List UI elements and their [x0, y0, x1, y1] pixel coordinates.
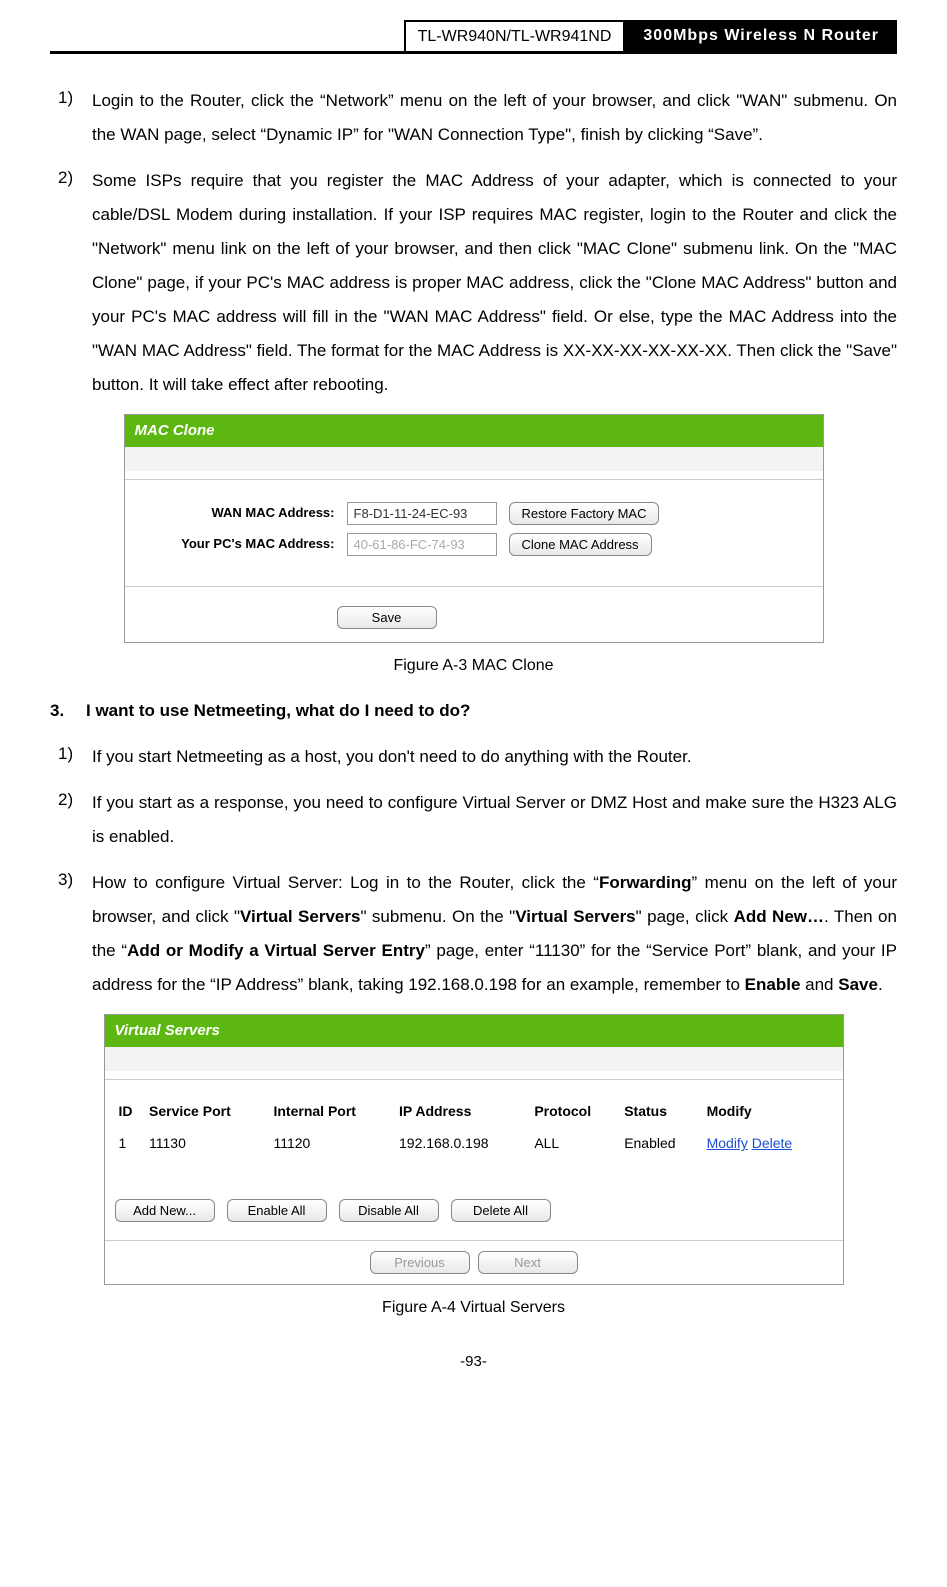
enable-all-button[interactable]: Enable All	[227, 1199, 327, 1222]
wan-mac-input[interactable]	[347, 502, 497, 525]
cell-service-port: 11130	[145, 1128, 269, 1158]
model-label: TL-WR940N/TL-WR941ND	[404, 20, 626, 51]
col-internal-port: Internal Port	[269, 1094, 395, 1128]
sec3-step-2: 2) If you start as a response, you need …	[50, 786, 897, 854]
add-new-button[interactable]: Add New...	[115, 1199, 215, 1222]
step-num: 2)	[50, 164, 92, 402]
mac-clone-panel: MAC Clone WAN MAC Address: Restore Facto…	[124, 414, 824, 643]
table-header-row: ID Service Port Internal Port IP Address…	[115, 1094, 833, 1128]
cell-actions: Modify Delete	[703, 1128, 833, 1158]
step-1: 1) Login to the Router, click the “Netwo…	[50, 84, 897, 152]
save-button[interactable]: Save	[337, 606, 437, 629]
delete-all-button[interactable]: Delete All	[451, 1199, 551, 1222]
wan-mac-label: WAN MAC Address:	[135, 503, 335, 524]
col-protocol: Protocol	[530, 1094, 620, 1128]
col-service-port: Service Port	[145, 1094, 269, 1128]
sec3-step-1: 1) If you start Netmeeting as a host, yo…	[50, 740, 897, 774]
col-ip-address: IP Address	[395, 1094, 530, 1128]
cell-internal-port: 11120	[269, 1128, 395, 1158]
delete-link[interactable]: Delete	[752, 1135, 792, 1151]
step-text: Login to the Router, click the “Network”…	[92, 84, 897, 152]
next-button[interactable]: Next	[478, 1251, 578, 1274]
figure-a4-caption: Figure A-4 Virtual Servers	[50, 1295, 897, 1321]
step-text: Some ISPs require that you register the …	[92, 164, 897, 402]
figure-a3-caption: Figure A-3 MAC Clone	[50, 653, 897, 679]
section-3-heading: 3. I want to use Netmeeting, what do I n…	[50, 697, 897, 724]
step-text: If you start Netmeeting as a host, you d…	[92, 740, 897, 774]
previous-button[interactable]: Previous	[370, 1251, 470, 1274]
panel-title: Virtual Servers	[105, 1015, 843, 1047]
step-num: 1)	[50, 740, 92, 774]
section-num: 3.	[50, 697, 86, 724]
step-text: If you start as a response, you need to …	[92, 786, 897, 854]
section-title: I want to use Netmeeting, what do I need…	[86, 697, 470, 724]
pc-mac-input[interactable]	[347, 533, 497, 556]
clone-mac-button[interactable]: Clone MAC Address	[509, 533, 652, 556]
sec3-step-3: 3) How to configure Virtual Server: Log …	[50, 866, 897, 1002]
step-2: 2) Some ISPs require that you register t…	[50, 164, 897, 402]
virtual-servers-table: ID Service Port Internal Port IP Address…	[115, 1094, 833, 1159]
cell-id: 1	[115, 1128, 146, 1158]
modify-link[interactable]: Modify	[707, 1135, 748, 1151]
table-row: 1 11130 11120 192.168.0.198 ALL Enabled …	[115, 1128, 833, 1158]
page-header: TL-WR940N/TL-WR941ND 300Mbps Wireless N …	[50, 20, 897, 54]
restore-factory-button[interactable]: Restore Factory MAC	[509, 502, 660, 525]
step-num: 2)	[50, 786, 92, 854]
panel-title: MAC Clone	[125, 415, 823, 447]
page-number: -93-	[50, 1350, 897, 1374]
disable-all-button[interactable]: Disable All	[339, 1199, 439, 1222]
cell-status: Enabled	[620, 1128, 702, 1158]
doc-title: 300Mbps Wireless N Router	[625, 20, 897, 51]
col-modify: Modify	[703, 1094, 833, 1128]
col-id: ID	[115, 1094, 146, 1128]
cell-ip: 192.168.0.198	[395, 1128, 530, 1158]
step-num: 1)	[50, 84, 92, 152]
cell-protocol: ALL	[530, 1128, 620, 1158]
step-text: How to configure Virtual Server: Log in …	[92, 866, 897, 1002]
pc-mac-label: Your PC's MAC Address:	[135, 534, 335, 555]
step-num: 3)	[50, 866, 92, 1002]
virtual-servers-panel: Virtual Servers ID Service Port Internal…	[104, 1014, 844, 1285]
col-status: Status	[620, 1094, 702, 1128]
